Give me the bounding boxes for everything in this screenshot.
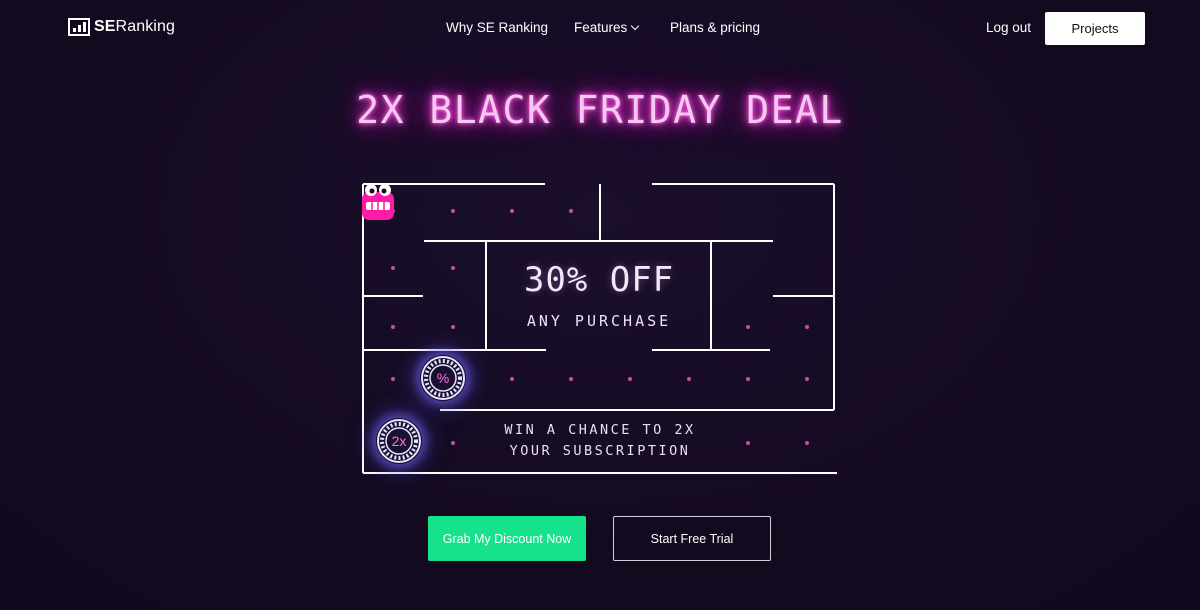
nav-plans-pricing[interactable]: Plans & pricing (670, 20, 760, 35)
projects-button[interactable]: Projects (1045, 12, 1145, 45)
offer-subtitle: ANY PURCHASE (526, 312, 672, 330)
start-free-trial-button[interactable]: Start Free Trial (613, 516, 771, 561)
percent-coin-icon: % (420, 355, 466, 401)
chevron-down-icon (631, 21, 640, 31)
page: SERanking Why SE Ranking Features Plans … (0, 0, 1200, 610)
monster-icon (362, 184, 394, 220)
offer-block: 30% OFF ANY PURCHASE (487, 260, 711, 330)
logout-link[interactable]: Log out (986, 20, 1031, 35)
percent-token-label: % (436, 370, 450, 386)
maze-graphic: 30% OFF ANY PURCHASE WIN A CHANCE TO 2X … (360, 180, 840, 476)
grab-discount-button[interactable]: Grab My Discount Now (428, 516, 586, 561)
top-header: SERanking Why SE Ranking Features Plans … (0, 0, 1200, 58)
offer-percent: 30% OFF (523, 260, 675, 300)
black-friday-headline: 2X BLACK FRIDAY DEAL (356, 88, 844, 132)
win-line-1: WIN A CHANCE TO 2X (504, 422, 696, 438)
nav-why-se-ranking[interactable]: Why SE Ranking (446, 20, 548, 35)
win-line-2: YOUR SUBSCRIPTION (509, 443, 691, 459)
two-x-token-label: 2x (391, 433, 407, 449)
nav-features[interactable]: Features (574, 20, 640, 35)
two-x-coin-icon: 2x (376, 418, 422, 464)
nav-features-label: Features (574, 20, 628, 35)
win-text: WIN A CHANCE TO 2X YOUR SUBSCRIPTION (470, 420, 730, 462)
